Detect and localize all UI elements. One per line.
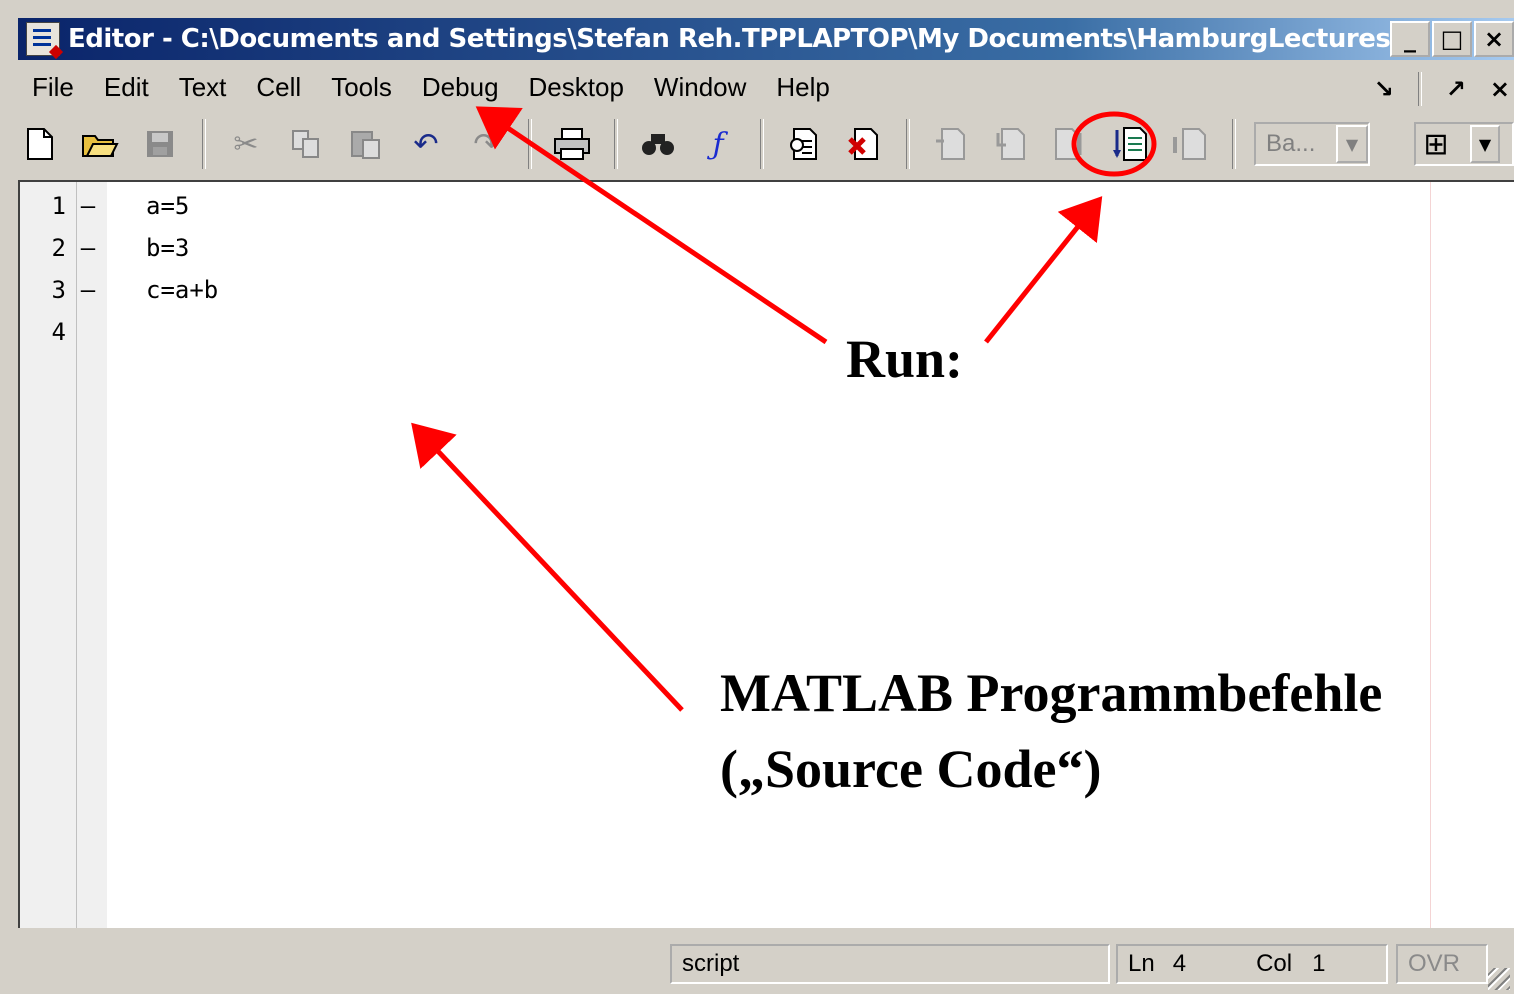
chevron-down-icon[interactable]: ▼ (1470, 125, 1500, 163)
step-icon[interactable] (928, 122, 972, 166)
toolbar-separator (1232, 119, 1236, 169)
paste-icon[interactable] (344, 122, 388, 166)
resize-grip-icon[interactable] (1488, 968, 1510, 990)
function-icon[interactable]: ƒ (696, 122, 740, 166)
redo-icon[interactable]: ↷ (464, 122, 508, 166)
toolbar-separator (760, 119, 764, 169)
set-breakpoint-icon[interactable] (782, 122, 826, 166)
col-label: Col (1256, 950, 1293, 977)
toolbar-separator (614, 119, 618, 169)
source-code-annotation-line2: („Source Code“) (720, 739, 1102, 799)
code-line[interactable]: 3 – c=a+b (20, 270, 219, 310)
menu-desktop[interactable]: Desktop (529, 72, 624, 103)
toolbar: ✂ ↶ ↷ ƒ Ba... ▼ ⊞ ▼ (18, 112, 1514, 176)
ln-label: Ln (1128, 950, 1155, 977)
stack-dropdown-value: Ba... (1266, 130, 1316, 157)
toolbar-separator (528, 119, 532, 169)
line-number: 1 (51, 192, 66, 220)
matlab-editor-app-icon[interactable] (26, 22, 60, 56)
toolbar-separator (906, 119, 910, 169)
dock-icon[interactable]: ↘ (1374, 75, 1394, 103)
run-icon[interactable] (1108, 122, 1152, 166)
chevron-down-icon[interactable]: ▼ (1336, 125, 1368, 163)
line-number: 2 (51, 234, 66, 262)
stack-dropdown[interactable]: Ba... ▼ (1254, 122, 1370, 166)
menu-file[interactable]: File (32, 72, 74, 103)
copy-icon[interactable] (284, 122, 328, 166)
title-bar[interactable]: Editor - C:\Documents and Settings\Stefa… (18, 18, 1514, 60)
menu-separator (1417, 72, 1422, 106)
menu-window[interactable]: Window (654, 72, 746, 103)
window-title: Editor - C:\Documents and Settings\Stefa… (68, 24, 1390, 54)
menu-text[interactable]: Text (179, 72, 227, 103)
save-icon[interactable] (138, 122, 182, 166)
close-button[interactable]: × (1474, 21, 1514, 57)
cursor-position-field: Ln 4 Col 1 (1116, 944, 1388, 984)
undock-icon[interactable]: ↗ (1446, 75, 1466, 103)
code-text[interactable]: c=a+b (146, 276, 218, 304)
exit-debug-icon[interactable] (1168, 122, 1212, 166)
overwrite-indicator: OVR (1396, 944, 1488, 984)
col-value: 1 (1312, 950, 1326, 977)
status-bar: script Ln 4 Col 1 OVR (18, 932, 1514, 994)
right-margin-line (1430, 182, 1431, 928)
minimize-button[interactable]: _ (1390, 21, 1430, 57)
source-code-annotation-line1: MATLAB Programmbefehle (720, 663, 1383, 723)
code-line[interactable]: 2 – b=3 (20, 228, 190, 268)
layout-dropdown[interactable]: ⊞ ▼ (1414, 122, 1514, 166)
print-icon[interactable] (550, 122, 594, 166)
new-file-icon[interactable] (18, 122, 62, 166)
run-annotation: Run: (846, 329, 964, 389)
breakpoint-marker[interactable]: – (70, 276, 106, 304)
find-icon[interactable] (636, 122, 680, 166)
menu-edit[interactable]: Edit (104, 72, 149, 103)
menu-cell[interactable]: Cell (256, 72, 301, 103)
menu-help[interactable]: Help (776, 72, 829, 103)
menu-tools[interactable]: Tools (331, 72, 392, 103)
menu-bar: File Edit Text Cell Tools Debug Desktop … (18, 64, 1514, 110)
breakpoint-marker[interactable]: – (70, 192, 106, 220)
toolbar-separator (202, 119, 206, 169)
line-number: 3 (51, 276, 66, 304)
step-out-icon[interactable] (1048, 122, 1092, 166)
line-number: 4 (51, 318, 66, 346)
code-line[interactable]: 1 – a=5 (20, 186, 190, 226)
step-in-icon[interactable] (988, 122, 1032, 166)
code-line[interactable]: 4 (20, 312, 146, 352)
editor-window: Editor - C:\Documents and Settings\Stefa… (0, 0, 1514, 994)
close-document-icon[interactable]: × (1490, 75, 1510, 103)
code-text[interactable]: a=5 (146, 192, 189, 220)
grid-layout-icon: ⊞ (1423, 126, 1449, 162)
code-text[interactable]: b=3 (146, 234, 189, 262)
breakpoint-marker[interactable]: – (70, 234, 106, 262)
menu-debug[interactable]: Debug (422, 72, 499, 103)
undo-icon[interactable]: ↶ (404, 122, 448, 166)
clear-breakpoint-icon[interactable] (842, 122, 886, 166)
ln-value: 4 (1172, 950, 1187, 977)
file-type-field: script (670, 944, 1110, 984)
maximize-button[interactable]: □ (1432, 21, 1472, 57)
cut-icon[interactable]: ✂ (224, 122, 268, 166)
open-folder-icon[interactable] (78, 122, 122, 166)
code-editor[interactable]: 1 – a=5 2 – b=3 3 – c=a+b 4 (18, 180, 1514, 928)
